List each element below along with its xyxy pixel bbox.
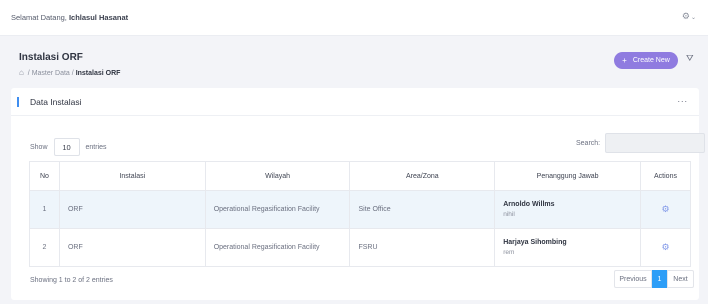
cell-instalasi: ORF <box>58 228 206 267</box>
table-info: Showing 1 to 2 of 2 entries <box>30 277 113 284</box>
search-control: Search: <box>576 133 706 153</box>
card-header: Data Instalasi ... <box>11 88 699 116</box>
create-new-button[interactable]: + Create New <box>614 52 678 69</box>
plus-icon: + <box>622 56 627 65</box>
column-header-area-zona[interactable]: Area/Zona <box>349 161 496 191</box>
show-label: Show <box>30 143 48 151</box>
column-header-wilayah[interactable]: Wilayah <box>204 161 351 191</box>
filter-icon[interactable]: ⛛ <box>686 53 694 64</box>
welcome-message: Selamat Datang, Ichlasul Hasanat <box>11 13 128 22</box>
page-button-current[interactable]: 1 <box>652 270 667 288</box>
cell-instalasi: ORF <box>58 190 206 229</box>
penanggung-jawab-name: Arnoldo Willms <box>503 201 555 208</box>
table-row: 1 ORF Operational Regasification Facilit… <box>29 190 691 229</box>
breadcrumb-separator: / <box>71 70 74 77</box>
table-row: 2 ORF Operational Regasification Facilit… <box>29 228 691 267</box>
next-page-button[interactable]: Next <box>667 270 694 288</box>
cell-actions: ⚙ <box>640 228 691 267</box>
cell-no: 1 <box>29 190 60 229</box>
breadcrumb-item-current: Instalasi ORF <box>75 70 121 77</box>
cell-wilayah: Operational Regasification Facility <box>204 190 351 229</box>
penanggung-jawab-note: nihil <box>503 211 515 218</box>
create-new-label: Create New <box>632 57 670 64</box>
page-length-control: Show 10 entries <box>30 138 107 156</box>
penanggung-jawab-note: rem <box>503 249 515 256</box>
card-accent-bar <box>17 97 19 107</box>
settings-menu[interactable]: ⚙⌄ <box>682 11 696 22</box>
instalasi-table: No Instalasi Wilayah Area/Zona Penanggun… <box>29 161 691 267</box>
column-header-penanggung-jawab[interactable]: Penanggung Jawab <box>494 161 642 191</box>
more-options-icon[interactable]: ... <box>677 94 688 104</box>
cell-wilayah: Operational Regasification Facility <box>204 228 351 267</box>
column-header-no[interactable]: No <box>29 161 60 191</box>
search-input[interactable] <box>605 133 706 153</box>
table-header-row: No Instalasi Wilayah Area/Zona Penanggun… <box>29 161 691 191</box>
cell-actions: ⚙ <box>640 190 691 229</box>
entries-label: entries <box>85 143 107 151</box>
breadcrumb-separator: / <box>27 70 30 77</box>
home-icon[interactable]: ⌂ <box>19 68 24 77</box>
cell-penanggung-jawab: Harjaya Sihombing rem <box>494 228 642 267</box>
breadcrumb: ⌂ / Master Data / Instalasi ORF <box>19 68 120 77</box>
greeting-text: Selamat Datang, <box>11 13 67 22</box>
column-header-actions: Actions <box>640 161 691 191</box>
gear-icon: ⚙ <box>681 11 690 21</box>
search-label: Search: <box>576 139 601 147</box>
cell-area-zona: FSRU <box>349 228 496 267</box>
page-length-select[interactable]: 10 <box>53 138 80 156</box>
top-bar: Selamat Datang, Ichlasul Hasanat ⚙⌄ <box>0 0 708 36</box>
cell-area-zona: Site Office <box>349 190 496 229</box>
card-title: Data Instalasi <box>30 97 82 107</box>
chevron-down-icon: ⌄ <box>690 15 696 21</box>
breadcrumb-item-master-data[interactable]: Master Data <box>32 70 70 77</box>
column-header-instalasi[interactable]: Instalasi <box>58 161 206 191</box>
penanggung-jawab-name: Harjaya Sihombing <box>503 239 567 246</box>
page-title: Instalasi ORF <box>19 52 83 63</box>
cell-no: 2 <box>29 228 60 267</box>
gear-icon[interactable]: ⚙ <box>661 242 669 252</box>
cell-penanggung-jawab: Arnoldo Willms nihil <box>494 190 642 229</box>
previous-page-button[interactable]: Previous <box>614 270 652 288</box>
gear-icon[interactable]: ⚙ <box>661 204 669 214</box>
data-card: Data Instalasi ... Show 10 entries Searc… <box>11 88 706 300</box>
user-name: Ichlasul Hasanat <box>68 13 129 22</box>
pagination: Previous 1 Next <box>614 270 694 288</box>
